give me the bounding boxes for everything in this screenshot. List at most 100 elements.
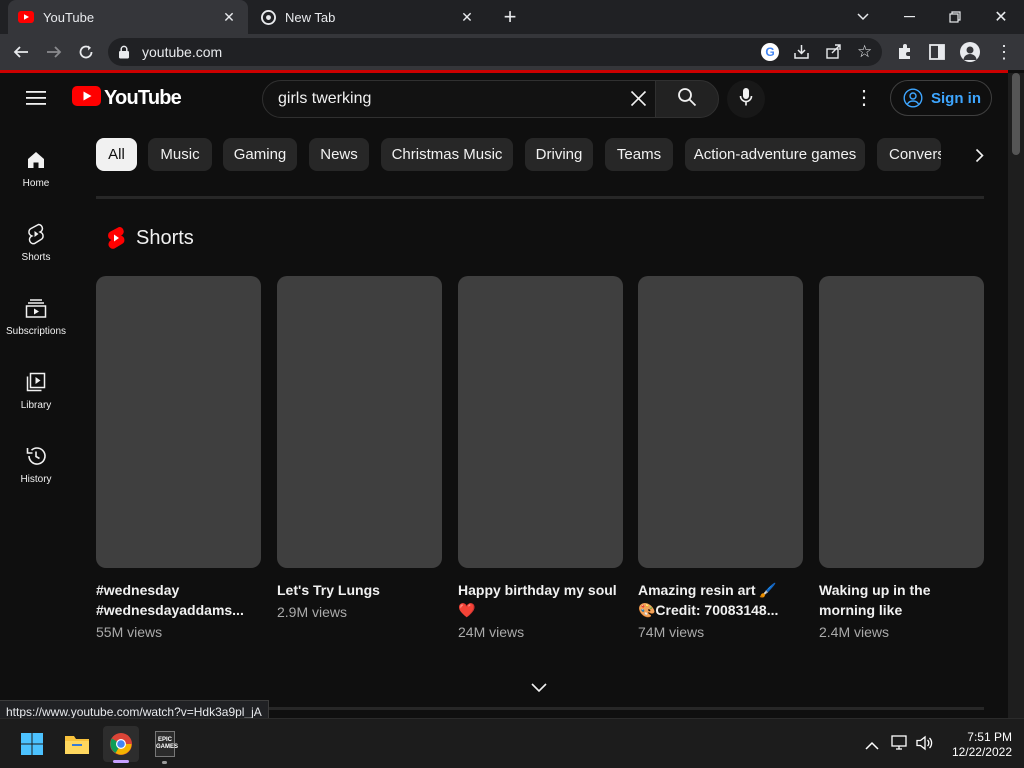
short-card-info: Amazing resin art 🖌️ 🎨Credit: 70083148..…: [638, 580, 798, 640]
sign-in-button[interactable]: Sign in: [890, 80, 992, 116]
minimize-window-icon[interactable]: [886, 0, 932, 34]
url-text[interactable]: youtube.com: [142, 44, 222, 60]
search-query-text[interactable]: girls twerking: [278, 90, 371, 108]
epic-games-icon[interactable]: EPIC GAMES: [147, 726, 183, 762]
short-card-info: #wednesday #wednesdayaddams... 55M views: [96, 580, 256, 640]
windows-start-icon[interactable]: [14, 726, 50, 762]
sidebar-label: Subscriptions: [5, 326, 67, 337]
home-icon: [26, 146, 46, 174]
shorts-heading: Shorts: [136, 227, 194, 249]
sidebar-item-shorts[interactable]: Shorts: [0, 220, 72, 263]
clear-search-icon[interactable]: [630, 90, 647, 112]
short-card-info: Let's Try Lungs 2.9M views: [277, 580, 437, 620]
clock-date: 12/22/2022: [951, 745, 1012, 759]
network-icon[interactable]: [891, 735, 909, 756]
sidebar-label: Home: [22, 178, 50, 189]
page-scrollbar[interactable]: [1008, 73, 1024, 718]
search-icon: [677, 87, 697, 112]
profile-avatar-icon[interactable]: [960, 42, 980, 62]
share-icon[interactable]: [825, 43, 842, 65]
short-views: 55M views: [96, 624, 163, 640]
sidebar-item-subscriptions[interactable]: Subscriptions: [0, 294, 72, 337]
sidebar-item-library[interactable]: Library: [0, 368, 72, 411]
sidebar-label: Shorts: [21, 252, 51, 263]
short-card-info: Waking up in the morning like 2.4M views: [819, 580, 979, 640]
taskbar-clock[interactable]: 7:51 PM 12/22/2022: [946, 730, 1012, 760]
short-title[interactable]: Let's Try Lungs: [277, 580, 437, 600]
restore-window-icon[interactable]: [932, 0, 978, 34]
tab-title: YouTube: [43, 9, 95, 25]
sidebar-item-history[interactable]: History: [0, 442, 72, 485]
chip-teams[interactable]: Teams: [605, 138, 673, 171]
show-more-chevron-icon[interactable]: [530, 680, 548, 698]
sidebar-item-home[interactable]: Home: [0, 146, 72, 189]
google-lens-icon[interactable]: G: [761, 43, 779, 61]
short-views: 2.4M views: [819, 624, 890, 640]
chrome-favicon-icon: [260, 9, 276, 25]
youtube-logo[interactable]: YouTube: [72, 86, 182, 111]
new-tab-plus-icon[interactable]: +: [498, 4, 522, 30]
epic-games-label: EPIC GAMES: [156, 737, 179, 750]
chrome-menu-kebab-icon[interactable]: ⋮: [995, 42, 1013, 62]
chip-music[interactable]: Music: [148, 138, 212, 171]
shorts-logo-icon: [106, 226, 126, 255]
clock-time: 7:51 PM: [967, 730, 1012, 744]
sidebar-label: History: [20, 474, 52, 485]
chip-driving[interactable]: Driving: [525, 138, 593, 171]
scrollbar-thumb[interactable]: [1012, 73, 1020, 155]
running-app-indicator: [162, 761, 167, 764]
sidebar-label: Library: [20, 400, 52, 411]
side-panel-icon[interactable]: [929, 44, 945, 65]
back-arrow-icon[interactable]: [5, 34, 37, 70]
history-icon: [25, 442, 47, 470]
reload-icon[interactable]: [70, 34, 102, 70]
volume-icon[interactable]: [916, 735, 934, 756]
chip-all[interactable]: All: [96, 138, 137, 171]
settings-kebab-icon[interactable]: ⋮: [854, 86, 874, 110]
show-hidden-icons-chevron-icon[interactable]: [865, 737, 879, 755]
tab-title: New Tab: [285, 9, 336, 25]
tab-search-chevron-icon[interactable]: [840, 0, 886, 34]
subscriptions-icon: [25, 294, 47, 322]
short-title[interactable]: Happy birthday my soul ❤️: [458, 580, 618, 620]
voice-search-button[interactable]: [727, 80, 765, 118]
short-thumbnail[interactable]: [819, 276, 984, 568]
short-card-info: Happy birthday my soul ❤️ 24M views: [458, 580, 618, 640]
chrome-taskbar-icon[interactable]: [103, 726, 139, 762]
chip-news[interactable]: News: [309, 138, 369, 171]
close-tab-icon[interactable]: ✕: [458, 9, 476, 26]
youtube-play-logo-icon: [72, 86, 101, 111]
short-thumbnail[interactable]: [277, 276, 442, 568]
chip-gaming[interactable]: Gaming: [223, 138, 297, 171]
chip-christmas-music[interactable]: Christmas Music: [381, 138, 513, 171]
file-explorer-icon[interactable]: [59, 726, 95, 762]
short-thumbnail[interactable]: [638, 276, 803, 568]
short-views: 2.9M views: [277, 604, 348, 620]
tab-new-tab[interactable]: New Tab ✕: [250, 0, 486, 34]
youtube-favicon-icon: [18, 9, 34, 25]
lock-icon[interactable]: [118, 45, 130, 64]
chip-action-adventure-games[interactable]: Action-adventure games: [685, 138, 865, 171]
short-thumbnail[interactable]: [458, 276, 623, 568]
close-window-icon[interactable]: ✕: [978, 0, 1024, 34]
install-app-icon[interactable]: [793, 43, 810, 65]
short-views: 24M views: [458, 624, 525, 640]
hamburger-menu-icon[interactable]: [26, 90, 46, 111]
search-button[interactable]: [655, 80, 719, 118]
youtube-logo-text: YouTube: [104, 87, 182, 109]
chip-scroll-right-icon[interactable]: [962, 138, 996, 172]
account-circle-icon: [903, 88, 923, 108]
tab-youtube[interactable]: YouTube ✕: [8, 0, 248, 34]
close-tab-icon[interactable]: ✕: [220, 9, 238, 26]
forward-arrow-icon[interactable]: [38, 34, 70, 70]
short-title[interactable]: Amazing resin art 🖌️ 🎨Credit: 70083148..…: [638, 580, 798, 620]
bookmark-star-icon[interactable]: ☆: [857, 42, 872, 62]
short-title[interactable]: #wednesday #wednesdayaddams...: [96, 580, 256, 620]
extensions-puzzle-icon[interactable]: [896, 43, 914, 66]
shorts-icon: [26, 220, 46, 248]
sign-in-label: Sign in: [931, 89, 981, 107]
short-title[interactable]: Waking up in the morning like: [819, 580, 979, 620]
microphone-icon: [739, 87, 753, 112]
short-thumbnail[interactable]: [96, 276, 261, 568]
chip-convers[interactable]: Convers: [877, 138, 941, 171]
